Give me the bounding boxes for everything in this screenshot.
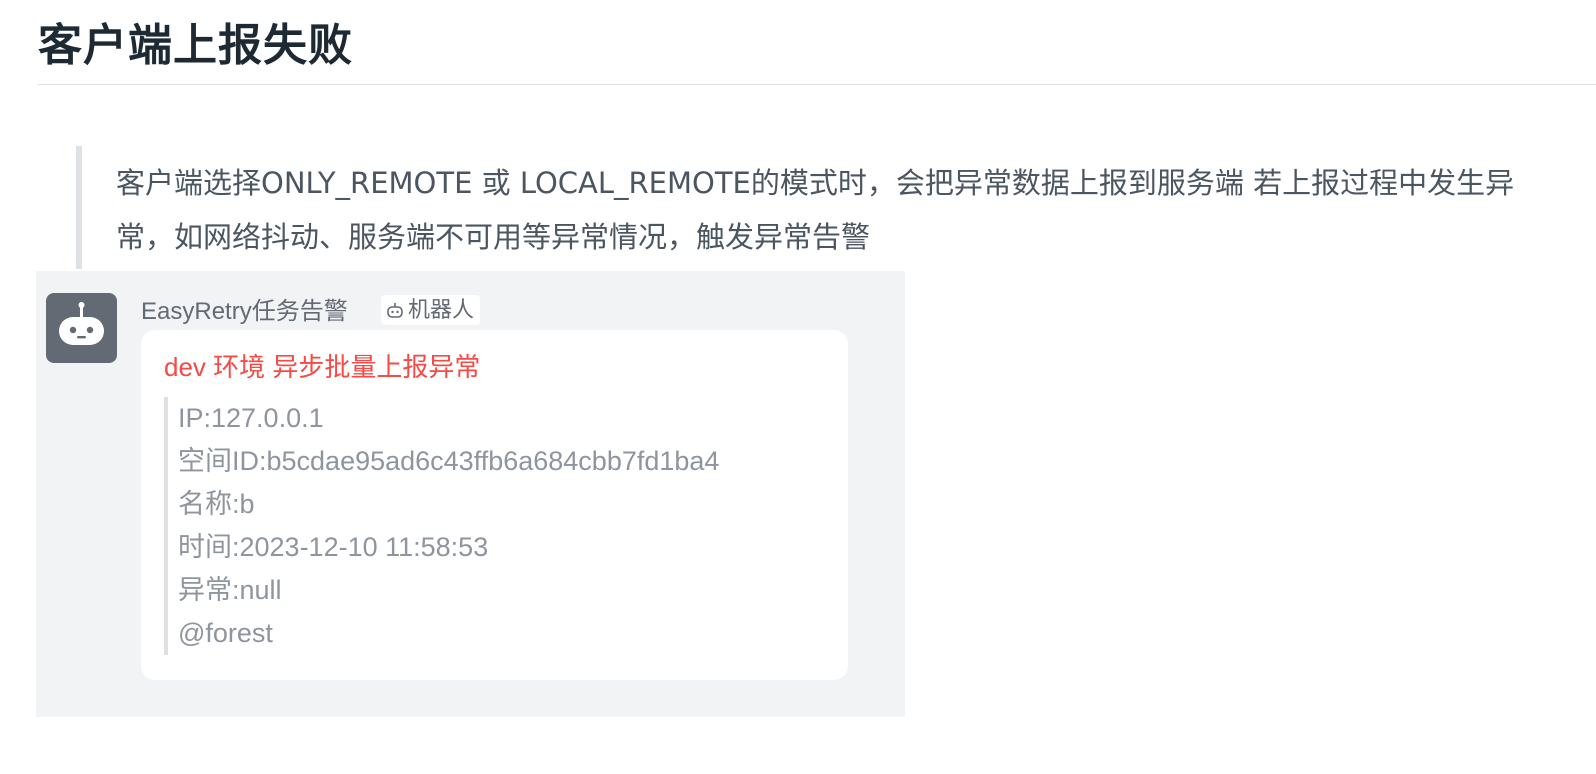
alert-card: dev 环境 异步批量上报异常 IP:127.0.0.1 空间ID:b5cdae… xyxy=(141,330,848,680)
bot-badge: 机器人 xyxy=(381,295,481,325)
alert-row-ip: IP:127.0.0.1 xyxy=(178,403,324,433)
heading-divider xyxy=(38,84,1596,85)
description-blockquote: 客户端选择ONLY_REMOTE 或 LOCAL_REMOTE的模式时，会把异常… xyxy=(76,146,1596,269)
alert-row-name: 名称:b xyxy=(178,489,255,519)
page-heading: 客户端上报失败 xyxy=(38,20,353,71)
robot-icon xyxy=(59,302,104,345)
description-line-1: 客户端选择ONLY_REMOTE 或 LOCAL_REMOTE的模式时，会把异常… xyxy=(116,166,1515,200)
alert-row-mention: @forest xyxy=(178,618,273,648)
alert-row-time: 时间:2023-12-10 11:58:53 xyxy=(178,532,489,562)
bot-badge-label: 机器人 xyxy=(408,297,475,322)
sender-name: EasyRetry任务告警 xyxy=(141,298,348,325)
alert-card-title: dev 环境 异步批量上报异常 xyxy=(164,352,481,382)
alert-message-screenshot: EasyRetry任务告警 机器人 dev 环境 异步批量上报异常 IP:127… xyxy=(36,271,905,717)
description-line-2: 常，如网络抖动、服务端不可用等异常情况，触发异常告警 xyxy=(116,220,871,254)
alert-row-namespace-id: 空间ID:b5cdae95ad6c43ffb6a684cbb7fd1ba4 xyxy=(178,446,720,476)
robot-tag-icon xyxy=(387,303,403,318)
alert-row-exception: 异常:null xyxy=(178,575,282,605)
alert-card-body: IP:127.0.0.1 空间ID:b5cdae95ad6c43ffb6a684… xyxy=(164,397,804,655)
robot-avatar xyxy=(46,293,117,363)
